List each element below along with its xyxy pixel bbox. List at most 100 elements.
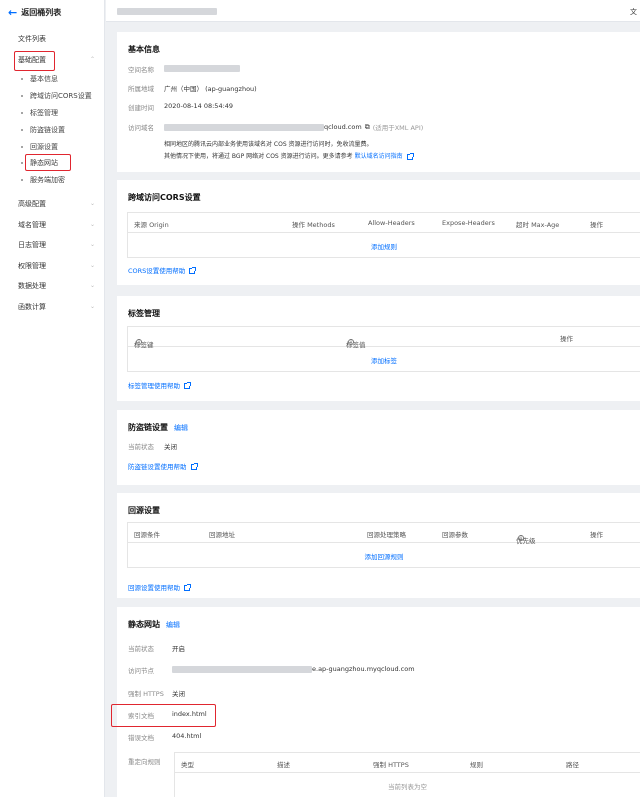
field-label: 当前状态 — [128, 443, 154, 451]
sidebar-sub-basic-info[interactable]: 基本信息 — [21, 73, 58, 85]
tags-help-link[interactable]: 标签管理使用帮助 — [128, 380, 191, 390]
chevron-down-icon: ⌄ — [90, 282, 96, 289]
table-body: 添加回源规则 — [128, 543, 640, 567]
topbar-right-text[interactable]: 文 — [630, 7, 637, 17]
column-header: 操作 — [590, 221, 603, 229]
chevron-down-icon: ⌄ — [90, 241, 96, 248]
sidebar-sub-tags[interactable]: 标签管理 — [21, 107, 58, 119]
sidebar-item-label: 标签管理 — [30, 109, 58, 117]
domain-value: qcloud.com — [324, 123, 362, 131]
column-header: 路径 — [566, 761, 579, 769]
field-label: 错误文档 — [128, 734, 154, 742]
arrow-left-icon: ← — [8, 6, 18, 19]
bucket-name-redacted — [117, 8, 217, 15]
external-link-icon — [406, 152, 414, 160]
section-title: 防盗链设置 编辑 — [128, 423, 188, 432]
sidebar-item-label: 基本信息 — [30, 75, 58, 83]
sidebar-item-file-list[interactable]: 文件列表 — [18, 33, 46, 45]
tags-table: 标签键 i 标签值 i 操作 添加标签 — [127, 326, 640, 372]
sidebar-item-label: 数据处理 — [18, 282, 46, 290]
column-header: 回源处理策略 — [367, 531, 406, 539]
hotlink-help-link[interactable]: 防盗链设置使用帮助 — [128, 461, 198, 471]
sidebar-item-permission[interactable]: 权限管理 ⌄ — [18, 260, 95, 272]
chevron-down-icon: ⌄ — [90, 221, 96, 228]
column-header: 强制 HTTPS — [373, 761, 409, 769]
add-cors-rule-button[interactable]: 添加规则 — [128, 241, 640, 251]
note-text: 其他情况下使用，将通过 BGP 网络对 COS 资源进行访问。更多请参考 — [164, 153, 353, 160]
chevron-down-icon: ⌄ — [90, 303, 96, 310]
field-value: 2020-08-14 08:54:49 — [164, 102, 234, 110]
field-label: 创建时间 — [128, 104, 154, 112]
sidebar-item-function[interactable]: 函数计算 ⌄ — [18, 301, 95, 313]
static-site-edit-link[interactable]: 编辑 — [166, 621, 180, 629]
sidebar-item-label: 跨域访问CORS设置 — [30, 92, 92, 100]
add-origin-rule-button[interactable]: 添加回源规则 — [128, 551, 640, 561]
sidebar-item-label: 回源设置 — [30, 143, 58, 151]
sidebar-item-label: 高级配置 — [18, 200, 46, 208]
field-value: 404.html — [172, 732, 202, 740]
back-label: 返回桶列表 — [21, 8, 62, 17]
external-link-icon — [184, 382, 191, 389]
origin-help-link[interactable]: 回源设置使用帮助 — [128, 582, 191, 592]
table-header: 标签键 i 标签值 i 操作 — [128, 327, 640, 349]
sidebar-item-log[interactable]: 日志管理 ⌄ — [18, 239, 95, 251]
table-header: 回源条件 回源地址 回源处理策略 回源参数 优先级 i 操作 — [128, 523, 640, 545]
field-label: 重定向规则 — [128, 758, 161, 766]
back-to-bucket-list[interactable]: ← 返回桶列表 — [8, 6, 61, 19]
table-body: 添加标签 — [128, 347, 640, 371]
field-value: e.ap-guangzhou.myqcloud.com — [172, 665, 415, 673]
info-icon: i — [518, 535, 524, 541]
field-label: 访问节点 — [128, 667, 154, 675]
info-icon: i — [136, 339, 142, 345]
field-label: 所属地域 — [128, 85, 154, 93]
column-header: 类型 — [181, 761, 194, 769]
redirect-table: 类型 描述 强制 HTTPS 规则 路径 当前列表为空 — [174, 752, 640, 797]
cors-table: 来源 Origin 操作 Methods Allow-Headers Expos… — [127, 212, 640, 258]
column-header: 回源条件 — [134, 531, 160, 539]
sidebar-item-data-process[interactable]: 数据处理 ⌄ — [18, 280, 95, 292]
field-label: 当前状态 — [128, 645, 154, 653]
origin-card: 回源设置 回源条件 回源地址 回源处理策略 回源参数 优先级 i 操作 添加回源规… — [117, 493, 640, 598]
external-link-icon — [190, 463, 198, 470]
hotlink-card: 防盗链设置 编辑 当前状态 关闭 防盗链设置使用帮助 — [117, 410, 640, 485]
sidebar-item-label: 服务端加密 — [30, 176, 65, 184]
hotlink-edit-link[interactable]: 编辑 — [174, 424, 188, 432]
sidebar-item-label: 防盗链设置 — [30, 126, 65, 134]
copy-icon[interactable]: ⧉ — [365, 123, 370, 132]
origin-table: 回源条件 回源地址 回源处理策略 回源参数 优先级 i 操作 添加回源规则 — [127, 522, 640, 568]
domain-guide-link[interactable]: 默认域名访问指南 — [355, 153, 403, 160]
sidebar-item-label: 日志管理 — [18, 241, 46, 249]
section-title: 回源设置 — [128, 506, 160, 515]
cors-card: 跨域访问CORS设置 来源 Origin 操作 Methods Allow-He… — [117, 180, 640, 285]
section-title: 静态网站 编辑 — [128, 620, 180, 629]
add-tag-button[interactable]: 添加标签 — [128, 355, 640, 365]
column-header: Expose-Headers — [442, 219, 495, 227]
section-title: 基本信息 — [128, 45, 160, 54]
basic-info-card: 基本信息 空间名称 所属地域 广州（中国） (ap-guangzhou) 创建时… — [117, 32, 640, 172]
column-header: Allow-Headers — [368, 219, 415, 227]
field-value: 关闭 — [164, 443, 177, 451]
sidebar-sub-encryption[interactable]: 服务端加密 — [21, 174, 65, 186]
field-value: 开启 — [172, 645, 185, 653]
column-header: 超时 Max-Age — [516, 221, 560, 229]
sidebar-sub-hotlink[interactable]: 防盗链设置 — [21, 124, 65, 136]
sidebar-item-advanced[interactable]: 高级配置 ⌄ — [18, 198, 95, 210]
sidebar-item-domain[interactable]: 域名管理 ⌄ — [18, 219, 95, 231]
column-header: 回源参数 — [442, 531, 468, 539]
sidebar-item-label: 权限管理 — [18, 262, 46, 270]
sidebar-item-label: 域名管理 — [18, 221, 46, 229]
column-header: 回源地址 — [209, 531, 235, 539]
field-value — [164, 64, 240, 72]
sidebar-sub-cors[interactable]: 跨域访问CORS设置 — [21, 90, 92, 102]
sidebar: ← 返回桶列表 文件列表 基础配置 ⌃ 基本信息 跨域访问CORS设置 标签管理 … — [0, 0, 105, 797]
sidebar-sub-origin[interactable]: 回源设置 — [21, 141, 58, 153]
highlight-box — [14, 51, 55, 71]
domain-note: (适用于XML API) — [372, 124, 424, 132]
column-header: 操作 Methods — [292, 221, 335, 229]
field-label: 空间名称 — [128, 66, 154, 74]
cors-help-link[interactable]: CORS设置使用帮助 — [128, 265, 197, 275]
tags-card: 标签管理 标签键 i 标签值 i 操作 添加标签 标签管理使用帮助 — [117, 296, 640, 401]
column-header: 操作 — [590, 531, 603, 539]
table-header: 来源 Origin 操作 Methods Allow-Headers Expos… — [128, 213, 640, 233]
external-link-icon — [189, 267, 197, 274]
